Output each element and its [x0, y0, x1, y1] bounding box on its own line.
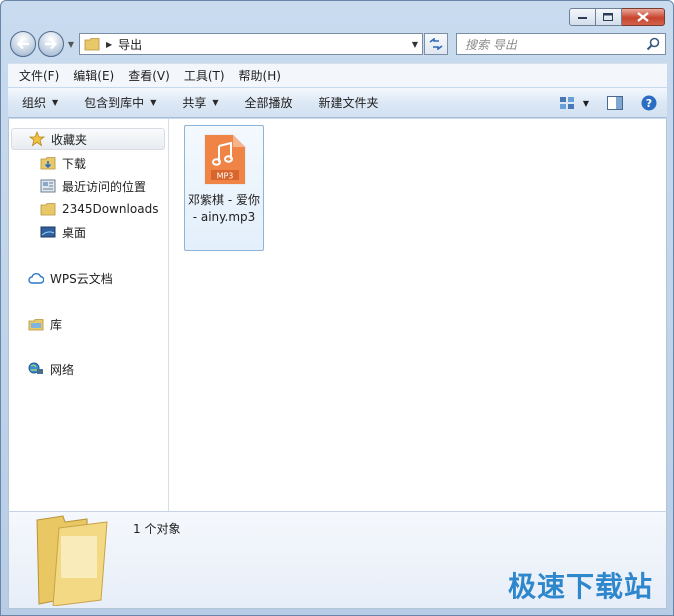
close-icon — [637, 12, 649, 22]
share-button[interactable]: 共享 ▼ — [174, 91, 226, 115]
change-view-button[interactable] — [559, 91, 575, 115]
toolbar-right: ▼ ? — [551, 91, 657, 115]
file-list: MP3 邓紫棋 - 爱你 - ainy.mp3 — [170, 119, 666, 511]
forward-button[interactable] — [38, 31, 64, 57]
file-item[interactable]: MP3 邓紫棋 - 爱你 - ainy.mp3 — [184, 125, 264, 251]
menu-tools[interactable]: 工具(T) — [177, 65, 232, 87]
item-count: 1 个对象 — [133, 522, 181, 536]
include-in-library-label: 包含到库中 — [84, 96, 145, 110]
share-label: 共享 — [182, 96, 207, 110]
help-icon: ? — [641, 95, 657, 111]
include-in-library-button[interactable]: 包含到库中 ▼ — [76, 91, 164, 115]
back-button[interactable] — [10, 31, 36, 57]
menu-help[interactable]: 帮助(H) — [232, 65, 288, 87]
nav-2345downloads[interactable]: 2345Downloads — [39, 198, 158, 220]
menu-view[interactable]: 查看(V) — [121, 65, 177, 87]
nav-wps-cloud[interactable]: WPS云文档 — [27, 267, 113, 289]
caption-buttons — [569, 8, 665, 26]
organize-label: 组织 — [22, 96, 47, 110]
breadcrumb-current[interactable]: 导出 — [118, 36, 142, 53]
search-icon[interactable] — [646, 37, 660, 51]
preview-pane-icon — [607, 96, 623, 110]
recent-places-icon — [39, 177, 57, 195]
nav-library-label: 库 — [50, 317, 63, 332]
minimize-button[interactable] — [569, 8, 596, 26]
nav-buttons: ▼ — [10, 31, 76, 57]
nav-recent-label: 最近访问的位置 — [62, 179, 147, 194]
address-bar[interactable]: ▶ 导出 ▼ — [79, 33, 423, 55]
star-icon — [28, 130, 46, 148]
explorer-window: ▼ ▶ 导出 ▼ 搜索 导出 文件(F) 编辑(E) 查看(V) 工具(T) 帮… — [0, 0, 674, 616]
network-icon — [27, 360, 45, 378]
refresh-button[interactable] — [424, 33, 448, 55]
cloud-icon — [27, 269, 45, 287]
mp3-badge-label: MP3 — [217, 172, 234, 181]
nav-desktop-label: 桌面 — [62, 225, 87, 240]
nav-network[interactable]: 网络 — [27, 358, 74, 380]
watermark-text: 极速下载站 — [507, 570, 653, 603]
command-bar: 组织 ▼ 包含到库中 ▼ 共享 ▼ 全部播放 新建文件夹 ▼ ? — [8, 88, 667, 118]
nav-2345downloads-label: 2345Downloads — [62, 202, 159, 216]
menu-bar: 文件(F) 编辑(E) 查看(V) 工具(T) 帮助(H) — [8, 63, 667, 87]
downloads-folder-icon — [39, 154, 57, 172]
chevron-down-icon: ▼ — [212, 98, 219, 107]
nav-favorites-label: 收藏夹 — [51, 132, 88, 147]
chevron-down-icon: ▼ — [52, 98, 59, 107]
play-all-button[interactable]: 全部播放 — [237, 91, 301, 115]
nav-favorites[interactable]: 收藏夹 — [11, 128, 165, 150]
recent-pages-dropdown[interactable]: ▼ — [66, 34, 76, 54]
mp3-file-icon: MP3 — [204, 134, 246, 185]
new-folder-label: 新建文件夹 — [318, 96, 379, 110]
close-button[interactable] — [622, 8, 665, 26]
desktop-icon — [39, 223, 57, 241]
library-icon — [27, 315, 45, 333]
minimize-icon — [577, 17, 587, 19]
nav-network-label: 网络 — [50, 362, 75, 377]
nav-wps-label: WPS云文档 — [50, 271, 113, 286]
content-area: 收藏夹 下载 最近访问的位置 2345Downloads 桌面 WPS云文档 库… — [8, 119, 667, 511]
nav-recent-places[interactable]: 最近访问的位置 — [39, 175, 146, 197]
organize-button[interactable]: 组织 ▼ — [14, 91, 66, 115]
search-box[interactable]: 搜索 导出 — [456, 33, 666, 55]
file-name: 邓紫棋 - 爱你 - ainy.mp3 — [188, 193, 260, 224]
folder-icon — [84, 38, 100, 51]
play-all-label: 全部播放 — [244, 96, 293, 110]
folder-icon — [39, 200, 57, 218]
address-row: ▼ ▶ 导出 ▼ 搜索 导出 — [1, 30, 673, 60]
preview-pane-button[interactable] — [607, 91, 623, 115]
nav-downloads[interactable]: 下载 — [39, 152, 86, 174]
menu-edit[interactable]: 编辑(E) — [66, 65, 121, 87]
search-placeholder: 搜索 导出 — [465, 37, 517, 52]
chevron-down-icon: ▼ — [582, 98, 589, 108]
chevron-down-icon: ▼ — [150, 98, 157, 107]
back-arrow-icon — [16, 38, 29, 50]
address-dropdown-icon[interactable]: ▼ — [412, 40, 418, 49]
view-grid-icon — [559, 97, 574, 109]
maximize-button[interactable] — [596, 8, 622, 26]
menu-file[interactable]: 文件(F) — [12, 65, 66, 87]
forward-arrow-icon — [45, 38, 58, 50]
nav-downloads-label: 下载 — [62, 156, 87, 171]
refresh-icon — [429, 38, 443, 50]
new-folder-button[interactable]: 新建文件夹 — [311, 91, 387, 115]
view-options-dropdown[interactable]: ▼ — [583, 91, 589, 115]
navigation-pane: 收藏夹 下载 最近访问的位置 2345Downloads 桌面 WPS云文档 库… — [9, 119, 169, 511]
nav-desktop[interactable]: 桌面 — [39, 221, 86, 243]
nav-library[interactable]: 库 — [27, 313, 62, 335]
svg-text:?: ? — [646, 97, 652, 110]
maximize-icon — [603, 12, 613, 21]
large-folder-icon — [36, 515, 108, 606]
breadcrumb-separator-icon[interactable]: ▶ — [106, 40, 112, 49]
help-button[interactable]: ? — [641, 91, 657, 115]
